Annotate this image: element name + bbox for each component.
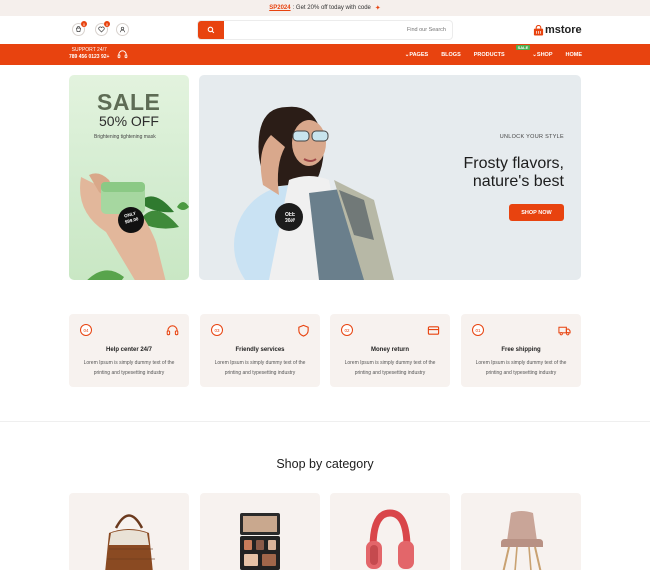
feature-card: 04 Help center 24/7 Lorem Ipsum is simpl…	[69, 314, 189, 387]
feature-desc: Lorem Ipsum is simply dummy text of the …	[344, 360, 436, 376]
header: 0 0 mstore	[0, 16, 650, 44]
category-card[interactable]	[200, 493, 320, 570]
heart-icon	[98, 26, 105, 33]
cart-button[interactable]: 0	[72, 21, 87, 36]
section-divider	[0, 421, 650, 422]
shield-icon	[298, 324, 309, 337]
support-label: SUPPORT 24/7	[71, 47, 107, 53]
badge-off: OFF	[285, 210, 295, 216]
badge-percent: 30%	[284, 216, 295, 222]
hero-title-line: nature's best	[472, 173, 564, 190]
handbag-icon	[105, 514, 155, 570]
promo-code[interactable]: SP2024	[269, 5, 290, 11]
logo-bag-icon	[533, 24, 544, 36]
account-button[interactable]	[116, 23, 129, 36]
headset-icon	[166, 325, 179, 336]
feature-title: Money return	[370, 347, 409, 353]
logo-text: mstore	[545, 24, 582, 36]
palette-icon	[240, 513, 280, 570]
wishlist-button[interactable]: 0	[95, 21, 110, 36]
truck-icon	[558, 326, 571, 336]
promo-sale-text: SALE	[97, 89, 161, 115]
wishlist-count-badge: 0	[104, 21, 110, 27]
headset-icon	[117, 50, 128, 59]
chair-icon	[501, 511, 543, 570]
feature-desc: Lorem Ipsum is simply dummy text of the …	[83, 360, 175, 376]
hero-kicker: UNLOCK YOUR STYLE	[499, 134, 564, 140]
feature-card: 02 Money return Lorem Ipsum is simply du…	[330, 314, 450, 387]
user-icon	[119, 26, 126, 33]
sparkle-icon: ✦	[374, 5, 381, 12]
nav-item-label: PAGES	[409, 51, 429, 58]
feature-number: 01	[472, 324, 484, 336]
search-button[interactable]	[198, 21, 224, 39]
hero-banner: 30% OFF UNLOCK YOUR STYLE Frosty flavors…	[199, 75, 581, 280]
promo-discount: 50% OFF	[99, 113, 159, 129]
feature-number: 02	[341, 324, 353, 336]
sale-tag: SALE	[515, 44, 531, 50]
feature-card: 03 Friendly services Lorem Ipsum is simp…	[200, 314, 320, 387]
nav-item-label: SHOP	[536, 51, 553, 58]
shop-now-button[interactable]: SHOP NOW	[509, 204, 564, 221]
cart-icon	[75, 26, 82, 32]
support-info: SUPPORT 24/7 789 456 0123 92+	[69, 47, 109, 61]
hero-discount-badge: 30% OFF	[280, 210, 300, 222]
feature-title: Free shipping	[501, 347, 541, 353]
feature-number: 04	[80, 324, 92, 336]
search-bar	[197, 20, 453, 40]
logo[interactable]: mstore	[533, 22, 582, 38]
announcement-bar: SP2024 : Get 20% off today with code ✦	[0, 0, 650, 16]
promo-banner[interactable]: SALE 50% OFF Brightening tightening mask…	[69, 75, 189, 280]
feature-title: Help center 24/7	[105, 347, 153, 353]
category-card[interactable]	[330, 493, 450, 570]
nav-item-blogs[interactable]: BLOGS	[441, 52, 461, 58]
category-card[interactable]	[461, 493, 581, 570]
promo-product-image	[80, 173, 189, 280]
feature-card: 01 Free shipping Lorem Ipsum is simply d…	[461, 314, 581, 387]
nav-links: ⌄PAGES BLOGS PRODUCTS SALE⌄SHOP HOME	[405, 44, 582, 65]
category-section-title: Shop by category	[276, 457, 374, 471]
search-input[interactable]	[224, 21, 452, 39]
nav-item-home[interactable]: HOME	[566, 52, 583, 58]
hero-title: Frosty flavors, nature's best	[464, 155, 564, 191]
nav-item-shop[interactable]: SALE⌄SHOP	[515, 44, 553, 58]
feature-number: 03	[211, 324, 223, 336]
nav-item-products[interactable]: PRODUCTS	[474, 52, 505, 58]
announcement-text: : Get 20% off today with code	[292, 5, 371, 11]
feature-title: Friendly services	[235, 347, 285, 353]
feature-desc: Lorem Ipsum is simply dummy text of the …	[475, 360, 567, 376]
feature-desc: Lorem Ipsum is simply dummy text of the …	[214, 360, 306, 376]
category-card[interactable]	[69, 493, 189, 570]
nav-item-pages[interactable]: ⌄PAGES	[405, 52, 428, 58]
headphones-icon	[366, 509, 414, 569]
cart-count-badge: 0	[81, 21, 87, 27]
hero-title-line: Frosty flavors,	[463, 155, 564, 172]
search-icon	[207, 26, 215, 34]
support-phone[interactable]: 789 456 0123 92+	[69, 54, 109, 61]
main-nav: SUPPORT 24/7 789 456 0123 92+ ⌄PAGES BLO…	[0, 44, 650, 65]
card-icon	[427, 326, 440, 335]
